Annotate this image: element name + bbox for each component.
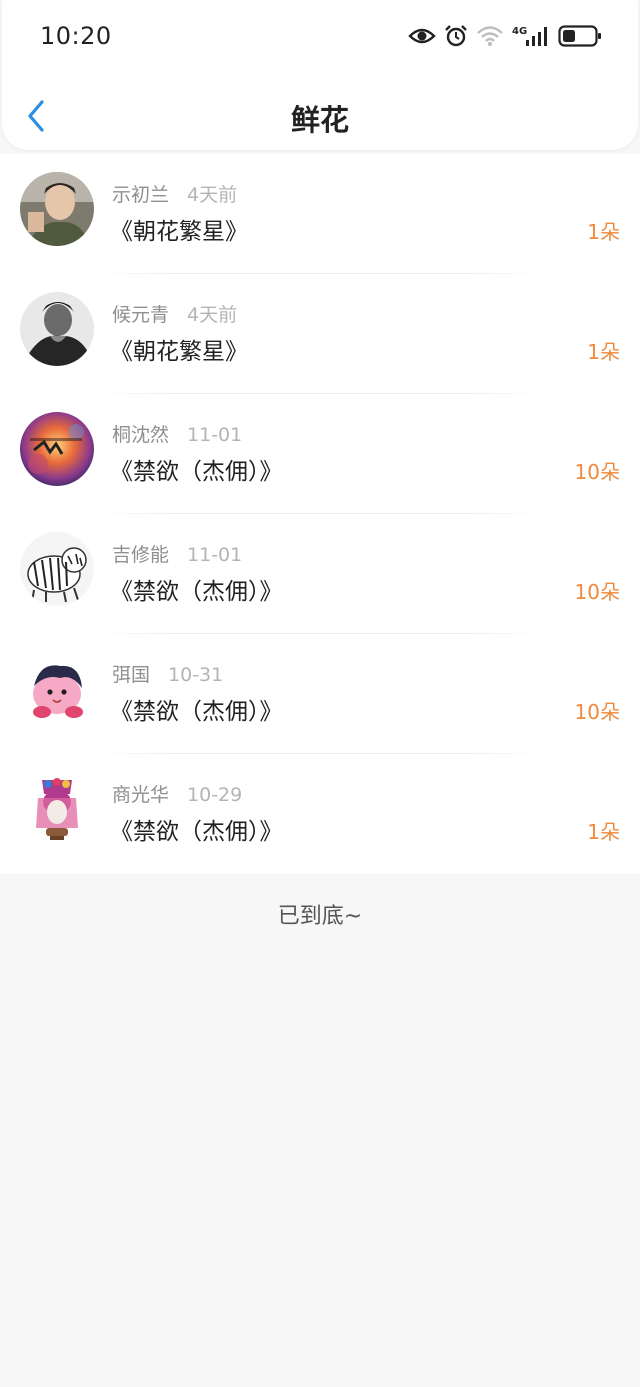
flower-count: 1朵 (587, 340, 620, 364)
user-name[interactable]: 桐沈然 (112, 424, 169, 446)
nav-bar: 鲜花 (2, 80, 638, 150)
list-item[interactable]: 弭国 10-31 《禁欲（杰佣）》 10朵 (0, 634, 640, 754)
user-name[interactable]: 弭国 (112, 664, 150, 686)
list-item[interactable]: 桐沈然 11-01 《禁欲（杰佣）》 10朵 (0, 394, 640, 514)
work-title[interactable]: 《朝花繁星》 (110, 332, 248, 366)
avatar-image (20, 532, 94, 606)
work-title[interactable]: 《朝花繁星》 (110, 212, 248, 246)
avatar-image (20, 292, 94, 366)
flower-count: 1朵 (587, 820, 620, 844)
alarm-icon (445, 25, 467, 47)
work-title[interactable]: 《禁欲（杰佣）》 (110, 692, 283, 726)
flower-count: 10朵 (574, 700, 620, 724)
flower-count: 10朵 (574, 460, 620, 484)
item-time: 10-31 (168, 664, 224, 686)
network-label: 4G (512, 26, 527, 37)
battery-icon (558, 25, 601, 47)
work-title[interactable]: 《禁欲（杰佣）》 (110, 812, 283, 846)
avatar-image (20, 412, 94, 486)
status-time: 10:20 (40, 22, 112, 50)
item-time: 11-01 (187, 544, 243, 566)
eye-icon (408, 28, 436, 44)
item-time: 4天前 (187, 184, 238, 206)
wifi-icon (477, 26, 503, 46)
status-icons: 4G (408, 20, 602, 52)
item-time: 4天前 (187, 304, 238, 326)
end-of-list-text: 已到底~ (277, 904, 363, 929)
avatar[interactable] (20, 172, 94, 246)
item-time: 11-01 (187, 424, 243, 446)
list-item[interactable]: 商光华 10-29 《禁欲（杰佣）》 1朵 (0, 754, 640, 874)
user-name[interactable]: 示初兰 (112, 184, 169, 206)
avatar[interactable] (20, 292, 94, 366)
list-item[interactable]: 候元青 4天前 《朝花繁星》 1朵 (0, 274, 640, 394)
signal-icon: 4G (512, 26, 547, 46)
avatar-image (20, 652, 94, 726)
user-name[interactable]: 商光华 (112, 784, 169, 806)
item-meta: 商光华 10-29 (112, 780, 242, 807)
work-title[interactable]: 《禁欲（杰佣）》 (110, 572, 283, 606)
app-screen: 10:20 4G 鲜花 示初兰 4天前 《朝花繁星》 1朵 候元青 4天前 《朝… (0, 0, 640, 1387)
item-meta: 候元青 4天前 (112, 300, 237, 327)
avatar-image (20, 172, 94, 246)
avatar[interactable] (20, 772, 94, 846)
list-item[interactable]: 示初兰 4天前 《朝花繁星》 1朵 (0, 154, 640, 274)
avatar[interactable] (20, 532, 94, 606)
item-meta: 吉修能 11-01 (112, 540, 242, 567)
page-title: 鲜花 (290, 103, 349, 137)
flower-count: 10朵 (574, 580, 620, 604)
avatar[interactable] (20, 412, 94, 486)
avatar-image (20, 772, 94, 846)
user-name[interactable]: 吉修能 (112, 544, 169, 566)
header: 10:20 4G 鲜花 (2, 0, 638, 150)
item-meta: 示初兰 4天前 (112, 180, 237, 207)
item-time: 10-29 (187, 784, 243, 806)
item-meta: 弭国 10-31 (112, 660, 223, 687)
work-title[interactable]: 《禁欲（杰佣）》 (110, 452, 283, 486)
item-meta: 桐沈然 11-01 (112, 420, 242, 447)
status-bar: 10:20 4G (2, 0, 638, 72)
user-name[interactable]: 候元青 (112, 304, 169, 326)
list-item[interactable]: 吉修能 11-01 《禁欲（杰佣）》 10朵 (0, 514, 640, 634)
gift-list: 示初兰 4天前 《朝花繁星》 1朵 候元青 4天前 《朝花繁星》 1朵 桐沈然 … (0, 154, 640, 874)
flower-count: 1朵 (587, 220, 620, 244)
avatar[interactable] (20, 652, 94, 726)
